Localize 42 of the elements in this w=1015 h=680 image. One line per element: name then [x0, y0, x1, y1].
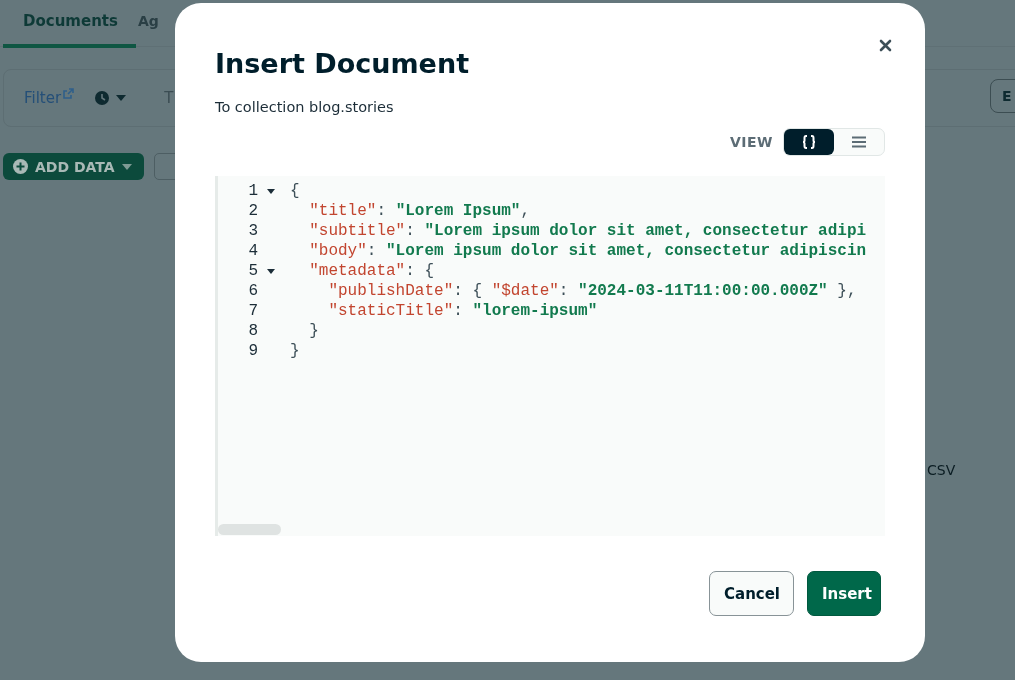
tab[interactable]: Ag — [135, 0, 177, 48]
external-link-icon — [63, 87, 75, 99]
line-number: 6 — [247, 282, 258, 300]
list-icon — [852, 136, 866, 148]
code-line: { — [290, 182, 300, 200]
add-data-button[interactable]: ADD DATA — [3, 153, 144, 180]
caret-icon[interactable] — [116, 95, 127, 101]
fold-caret-icon[interactable] — [267, 188, 275, 194]
dialog-title: Insert Document — [215, 47, 471, 81]
line-number: 7 — [247, 302, 258, 320]
plus-icon — [13, 159, 28, 174]
line-number: 3 — [247, 222, 258, 240]
code-line: "staticTitle": "lorem-ipsum" — [327, 302, 598, 320]
code-line: "body": "Lorem ipsum dolor sit amet, consectetur adipiscin — [308, 242, 867, 260]
close-icon[interactable] — [879, 39, 892, 52]
code-line: } — [308, 322, 319, 340]
side-label: CSV — [927, 462, 956, 478]
line-number: 8 — [247, 322, 258, 340]
braces-icon — [801, 134, 817, 150]
clock-icon[interactable] — [94, 90, 111, 106]
filter-link[interactable]: Filter — [24, 89, 62, 107]
view-label: VIEW — [729, 134, 773, 150]
line-number: 9 — [247, 342, 258, 360]
caret-icon — [121, 163, 132, 170]
code-line: } — [290, 342, 300, 360]
cancel-button[interactable]: Cancel — [709, 571, 794, 616]
insert-button[interactable]: Insert — [807, 571, 881, 616]
export-button[interactable]: E — [990, 79, 1015, 113]
line-number: 1 — [247, 182, 258, 200]
fold-caret-icon[interactable] — [267, 268, 275, 274]
code-line: "title": "Lorem Ipsum", — [308, 202, 531, 220]
line-number: 4 — [247, 242, 258, 260]
code-line: "publishDate": { "$date": "2024-03-11T11:00:00.000Z" }, — [327, 282, 857, 300]
line-number: 5 — [247, 262, 258, 280]
line-number: 2 — [247, 202, 258, 220]
code-line: "metadata": { — [308, 262, 435, 280]
view-option[interactable] — [784, 129, 834, 155]
scrollbar-thumb[interactable] — [218, 524, 281, 535]
tab[interactable]: Documents — [3, 0, 136, 48]
dialog-subtitle: To collection blog.stories — [215, 99, 395, 115]
code-line: "subtitle": "Lorem ipsum dolor sit amet, consectetur adipi — [308, 222, 867, 240]
code-editor[interactable] — [215, 176, 885, 536]
